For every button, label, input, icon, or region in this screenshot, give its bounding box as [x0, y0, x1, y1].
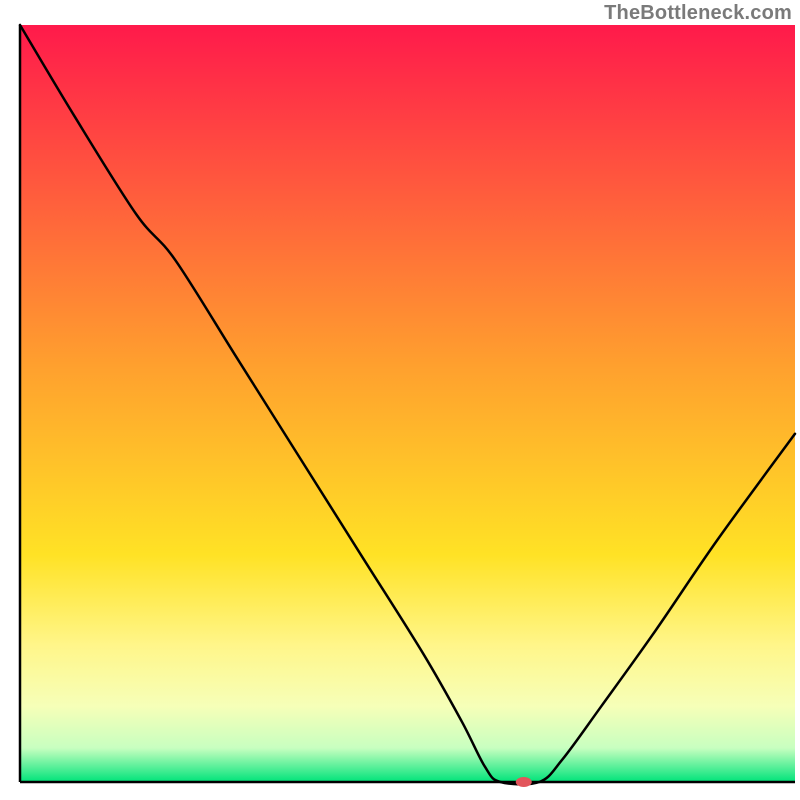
plot-background	[20, 25, 795, 782]
bottleneck-chart	[0, 0, 800, 800]
optimum-marker	[516, 777, 532, 787]
watermark-label: TheBottleneck.com	[604, 2, 792, 25]
chart-container: TheBottleneck.com	[0, 0, 800, 800]
